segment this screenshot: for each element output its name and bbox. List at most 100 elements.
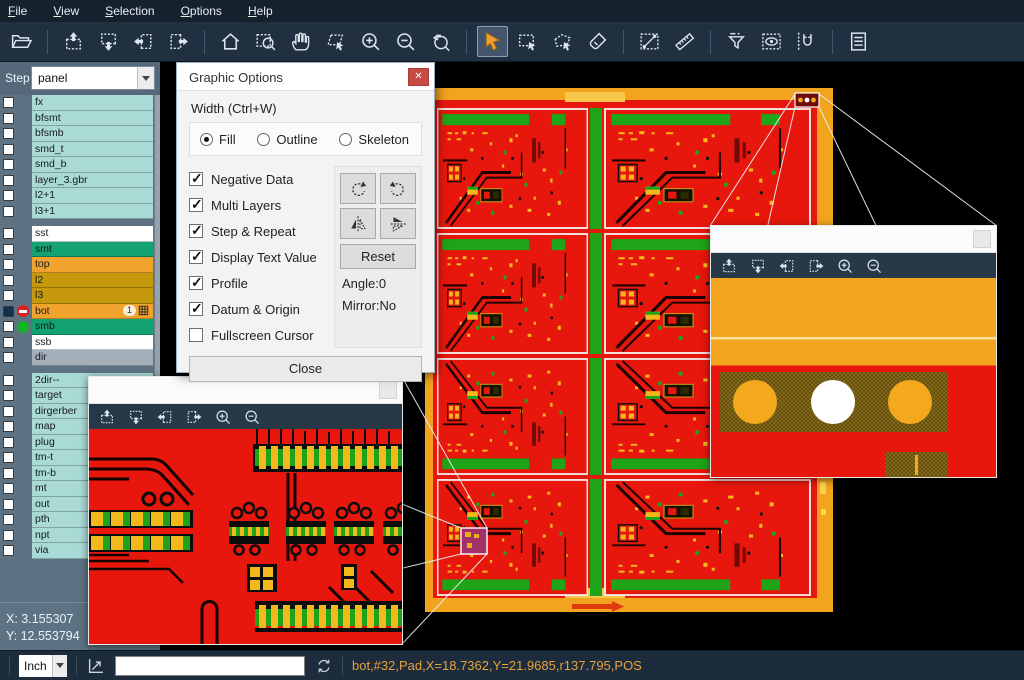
zoom-preview-window-left[interactable] — [88, 376, 403, 645]
check-fullscreen-cursor[interactable]: Fullscreen Cursor — [189, 322, 328, 348]
preview-tool-pan-up-icon[interactable] — [98, 408, 116, 426]
tool-measure-distance[interactable] — [634, 26, 665, 57]
layer-visibility-checkbox[interactable] — [3, 259, 14, 270]
radio-button[interactable] — [339, 133, 352, 146]
layer-visibility-checkbox[interactable] — [3, 175, 14, 186]
preview-tool-pan-left-icon[interactable] — [778, 257, 796, 275]
sidebar-layer-fx[interactable]: fx — [0, 95, 153, 111]
dialog-checkbox[interactable] — [189, 302, 203, 316]
reset-button[interactable]: Reset — [340, 244, 416, 269]
tool-zoom-previous[interactable] — [425, 26, 456, 57]
layer-visibility-checkbox[interactable] — [3, 406, 14, 417]
radio-button[interactable] — [257, 133, 270, 146]
close-button[interactable]: Close — [189, 356, 422, 382]
layer-visibility-checkbox[interactable] — [3, 228, 14, 239]
layer-visibility-checkbox[interactable] — [3, 545, 14, 556]
preview-tool-pan-down-icon[interactable] — [749, 257, 767, 275]
layer-visibility-checkbox[interactable] — [3, 390, 14, 401]
graphic-options-dialog[interactable]: Graphic Options Width (Ctrl+W) Fill Outl… — [176, 62, 435, 373]
layer-visibility-checkbox[interactable] — [3, 452, 14, 463]
radio-outline[interactable]: Outline — [257, 132, 317, 147]
preview-tool-zoom-out-icon[interactable] — [865, 257, 883, 275]
layer-visibility-checkbox[interactable] — [3, 113, 14, 124]
tool-zoom-out[interactable] — [390, 26, 421, 57]
sidebar-layer-smd_b[interactable]: smd_b — [0, 157, 153, 173]
preview-window-button[interactable] — [973, 230, 991, 248]
layer-visibility-checkbox[interactable] — [3, 275, 14, 286]
tool-select-cursor[interactable] — [477, 26, 508, 57]
sidebar-layer-sst[interactable]: sst — [0, 226, 153, 242]
flip-vertical-button[interactable] — [380, 208, 416, 239]
sidebar-layer-bfsmt[interactable]: bfsmt — [0, 111, 153, 127]
menu-view[interactable]: View — [53, 4, 79, 18]
step-select[interactable]: panel — [31, 66, 155, 90]
layer-visibility-checkbox[interactable] — [3, 144, 14, 155]
layer-visibility-checkbox[interactable] — [3, 337, 14, 348]
tool-home[interactable] — [215, 26, 246, 57]
tool-report[interactable] — [843, 26, 874, 57]
layer-visibility-checkbox[interactable] — [3, 437, 14, 448]
dialog-title-bar[interactable]: Graphic Options — [177, 63, 434, 91]
tool-pan-down[interactable] — [93, 26, 124, 57]
dialog-checkbox[interactable] — [189, 198, 203, 212]
zoom-preview-window-right[interactable] — [710, 225, 997, 478]
tool-zoom-object[interactable] — [320, 26, 351, 57]
check-display-text-value[interactable]: Display Text Value — [189, 244, 328, 270]
menu-selection[interactable]: Selection — [105, 4, 154, 18]
preview-tool-pan-right-icon[interactable] — [185, 408, 203, 426]
dialog-checkbox[interactable] — [189, 328, 203, 342]
sidebar-layer-smd_t[interactable]: smd_t — [0, 142, 153, 158]
layer-visibility-checkbox[interactable] — [3, 514, 14, 525]
tool-snap-magnet[interactable] — [791, 26, 822, 57]
menu-file[interactable]: File — [8, 4, 27, 18]
sidebar-layer-l3[interactable]: l3 — [0, 288, 153, 304]
chevron-down-icon[interactable] — [52, 655, 67, 677]
layer-visibility-checkbox[interactable] — [3, 128, 14, 139]
layer-visibility-checkbox[interactable] — [3, 352, 14, 363]
chevron-down-icon[interactable] — [137, 67, 154, 89]
dialog-checkbox[interactable] — [189, 276, 203, 290]
menu-options[interactable]: Options — [181, 4, 222, 18]
preview-tool-zoom-in-icon[interactable] — [214, 408, 232, 426]
rotate-ccw-button[interactable] — [380, 173, 416, 204]
layer-visibility-checkbox[interactable] — [3, 483, 14, 494]
preview-tool-pan-up-icon[interactable] — [720, 257, 738, 275]
sidebar-layer-top[interactable]: top — [0, 257, 153, 273]
layer-visibility-checkbox[interactable] — [3, 190, 14, 201]
dialog-checkbox[interactable] — [189, 224, 203, 238]
radio-skeleton[interactable]: Skeleton — [339, 132, 409, 147]
menu-help[interactable]: Help — [248, 4, 273, 18]
preview-tool-zoom-in-icon[interactable] — [836, 257, 854, 275]
tool-select-rect[interactable] — [512, 26, 543, 57]
check-step-repeat[interactable]: Step & Repeat — [189, 218, 328, 244]
sidebar-layer-smt[interactable]: smt — [0, 242, 153, 258]
layer-visibility-checkbox[interactable] — [3, 321, 14, 332]
tool-zoom-window[interactable] — [250, 26, 281, 57]
preview-tool-zoom-out-icon[interactable] — [243, 408, 261, 426]
sidebar-layer-smb[interactable]: smb — [0, 319, 153, 335]
sidebar-layer-l2+1[interactable]: l2+1 — [0, 188, 153, 204]
tool-pan-left[interactable] — [128, 26, 159, 57]
preview-title-bar[interactable] — [711, 226, 996, 253]
flip-horizontal-button[interactable] — [340, 208, 376, 239]
check-multi-layers[interactable]: Multi Layers — [189, 192, 328, 218]
dialog-checkbox[interactable] — [189, 172, 203, 186]
tool-view-eye[interactable] — [756, 26, 787, 57]
tool-ruler[interactable] — [669, 26, 700, 57]
radio-fill[interactable]: Fill — [200, 132, 236, 147]
layer-visibility-checkbox[interactable] — [3, 206, 14, 217]
sidebar-layer-l2[interactable]: l2 — [0, 273, 153, 289]
layer-visibility-checkbox[interactable] — [3, 421, 14, 432]
unit-select[interactable]: Inch — [19, 655, 67, 677]
command-input[interactable] — [115, 656, 305, 676]
layer-visibility-checkbox[interactable] — [3, 244, 14, 255]
sidebar-layer-layer_3.gbr[interactable]: layer_3.gbr — [0, 173, 153, 189]
layer-visibility-checkbox[interactable] — [3, 530, 14, 541]
layer-visibility-checkbox[interactable] — [3, 290, 14, 301]
sidebar-layer-dir[interactable]: dir — [0, 350, 153, 366]
layer-visibility-checkbox[interactable] — [3, 468, 14, 479]
sidebar-layer-ssb[interactable]: ssb — [0, 335, 153, 351]
layer-visibility-checkbox[interactable] — [3, 306, 14, 317]
tool-zoom-in[interactable] — [355, 26, 386, 57]
rotate-cw-button[interactable] — [340, 173, 376, 204]
